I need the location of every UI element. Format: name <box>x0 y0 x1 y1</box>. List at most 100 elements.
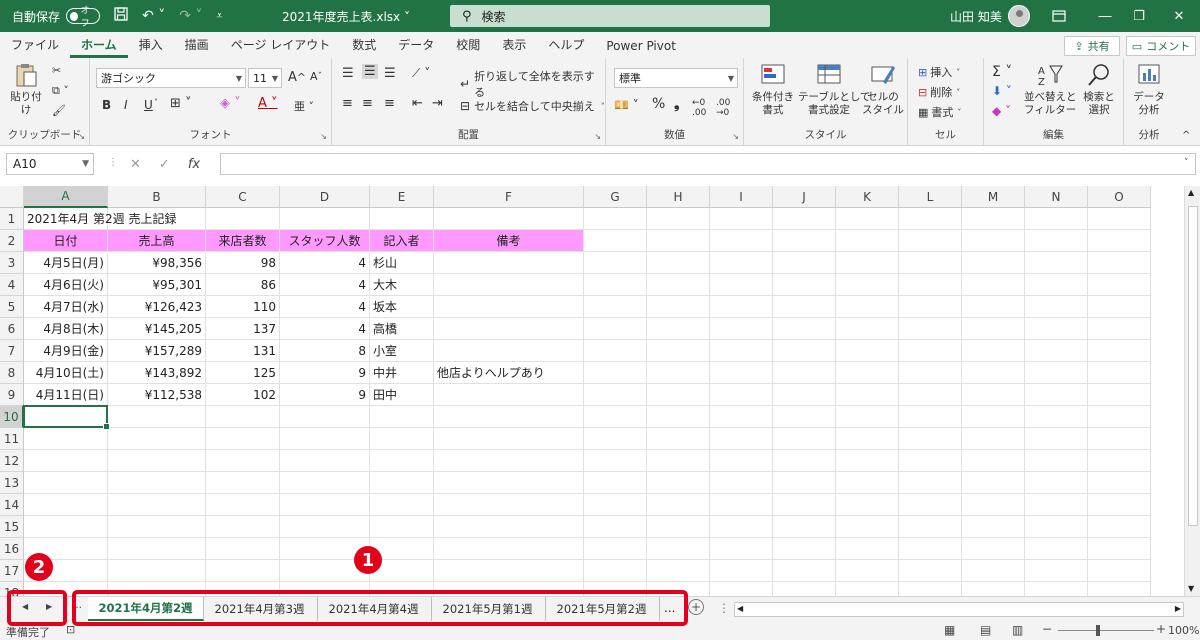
scroll-right-icon[interactable]: ▶ <box>1175 604 1181 613</box>
zoom-slider[interactable] <box>1058 630 1154 631</box>
cell[interactable] <box>1025 406 1088 428</box>
cell[interactable] <box>280 208 370 230</box>
cell[interactable] <box>962 428 1025 450</box>
cell[interactable] <box>962 340 1025 362</box>
cell[interactable] <box>899 296 962 318</box>
align-bottom-icon[interactable]: ☰ <box>384 66 396 81</box>
row-header[interactable]: 3 <box>0 252 24 274</box>
paste-button[interactable]: 貼り付け <box>6 62 46 117</box>
save-icon[interactable] <box>114 7 128 25</box>
alignment-launcher-icon[interactable]: ↘ <box>594 132 601 141</box>
cell[interactable] <box>962 230 1025 252</box>
cell[interactable] <box>710 318 773 340</box>
cell[interactable] <box>836 428 899 450</box>
cell[interactable] <box>899 428 962 450</box>
column-header[interactable]: J <box>773 186 836 208</box>
cell[interactable] <box>280 516 370 538</box>
normal-view-icon[interactable]: ▦ <box>944 623 955 637</box>
cell[interactable] <box>24 428 108 450</box>
cell[interactable] <box>710 582 773 596</box>
cell[interactable] <box>370 428 434 450</box>
cell[interactable] <box>962 494 1025 516</box>
cell[interactable] <box>1025 516 1088 538</box>
row-header[interactable]: 5 <box>0 296 24 318</box>
cell[interactable] <box>434 516 584 538</box>
table-cell[interactable]: 杉山 <box>370 252 434 274</box>
cell[interactable] <box>962 516 1025 538</box>
cell[interactable] <box>1025 296 1088 318</box>
table-cell[interactable]: 8 <box>280 340 370 362</box>
cell[interactable] <box>836 472 899 494</box>
cell[interactable] <box>962 582 1025 596</box>
scroll-up-icon[interactable]: ▲ <box>1188 188 1194 197</box>
table-cell[interactable]: 4月8日(木) <box>24 318 108 340</box>
cell[interactable] <box>434 494 584 516</box>
active-cell-selection[interactable] <box>23 405 110 430</box>
cell[interactable] <box>108 450 206 472</box>
column-header[interactable]: K <box>836 186 899 208</box>
page-layout-view-icon[interactable]: ▤ <box>980 623 991 637</box>
cell[interactable] <box>1025 252 1088 274</box>
customize-qat-icon[interactable]: ⩡ <box>216 9 222 23</box>
cell[interactable] <box>1025 560 1088 582</box>
cell[interactable] <box>280 406 370 428</box>
cell[interactable] <box>899 494 962 516</box>
table-cell[interactable]: 98 <box>206 252 280 274</box>
table-cell[interactable]: 坂本 <box>370 296 434 318</box>
autosum-icon[interactable]: Σ ˅ <box>992 64 1012 80</box>
cell[interactable] <box>1088 252 1151 274</box>
cell[interactable] <box>962 252 1025 274</box>
align-center-icon[interactable]: ≡ <box>362 96 373 111</box>
table-cell[interactable]: 4 <box>280 296 370 318</box>
copy-icon[interactable]: ⧉ ˅ <box>52 84 69 98</box>
cell[interactable] <box>647 362 710 384</box>
tab-0[interactable]: ファイル <box>0 36 70 58</box>
border-icon[interactable]: ⊞ ˅ <box>170 96 192 111</box>
cell[interactable] <box>710 362 773 384</box>
row-header[interactable]: 16 <box>0 538 24 560</box>
cell[interactable] <box>280 428 370 450</box>
cell[interactable] <box>206 494 280 516</box>
cell[interactable] <box>710 538 773 560</box>
file-name[interactable]: 2021年度売上表.xlsx ˅ <box>282 8 410 25</box>
cell[interactable] <box>962 472 1025 494</box>
percent-icon[interactable]: % <box>652 96 665 112</box>
cell[interactable] <box>962 208 1025 230</box>
cell[interactable] <box>647 274 710 296</box>
cell[interactable] <box>710 560 773 582</box>
format-cells-button[interactable]: ▦ 書式 ˅ <box>918 104 961 120</box>
orientation-icon[interactable]: ⟋ ˅ <box>412 66 430 81</box>
cell[interactable] <box>1088 208 1151 230</box>
merge-center-button[interactable]: ⊟ セルを結合して中央揃え ˅ <box>460 98 605 114</box>
cell[interactable] <box>108 560 206 582</box>
close-icon[interactable]: ✕ <box>1156 0 1200 32</box>
cell[interactable] <box>962 274 1025 296</box>
cell[interactable] <box>836 296 899 318</box>
cell[interactable] <box>280 472 370 494</box>
table-cell[interactable]: 102 <box>206 384 280 406</box>
row-header[interactable]: 6 <box>0 318 24 340</box>
cell[interactable] <box>773 274 836 296</box>
table-cell[interactable]: ¥145,205 <box>108 318 206 340</box>
cell[interactable] <box>584 560 647 582</box>
cell[interactable] <box>1088 494 1151 516</box>
cell[interactable] <box>647 406 710 428</box>
tab-7[interactable]: 校閲 <box>445 36 491 58</box>
cell[interactable] <box>773 428 836 450</box>
cell[interactable] <box>710 340 773 362</box>
cell[interactable] <box>710 208 773 230</box>
underline-dropdown-icon[interactable]: ˅ <box>154 98 158 107</box>
redo-icon[interactable]: ↷ ˅ <box>179 8 202 24</box>
tab-5[interactable]: 数式 <box>341 36 387 58</box>
table-cell[interactable] <box>434 296 584 318</box>
cell[interactable] <box>962 450 1025 472</box>
cell[interactable] <box>836 340 899 362</box>
font-color-icon[interactable]: A ˅ <box>258 96 278 111</box>
column-header[interactable]: D <box>280 186 370 208</box>
horizontal-scrollbar[interactable]: ◀ ▶ <box>734 602 1184 617</box>
table-cell[interactable]: ¥157,289 <box>108 340 206 362</box>
cell[interactable] <box>370 406 434 428</box>
cell[interactable] <box>584 538 647 560</box>
cell[interactable] <box>773 494 836 516</box>
fill-color-icon[interactable]: ◈ ˅ <box>220 96 241 111</box>
